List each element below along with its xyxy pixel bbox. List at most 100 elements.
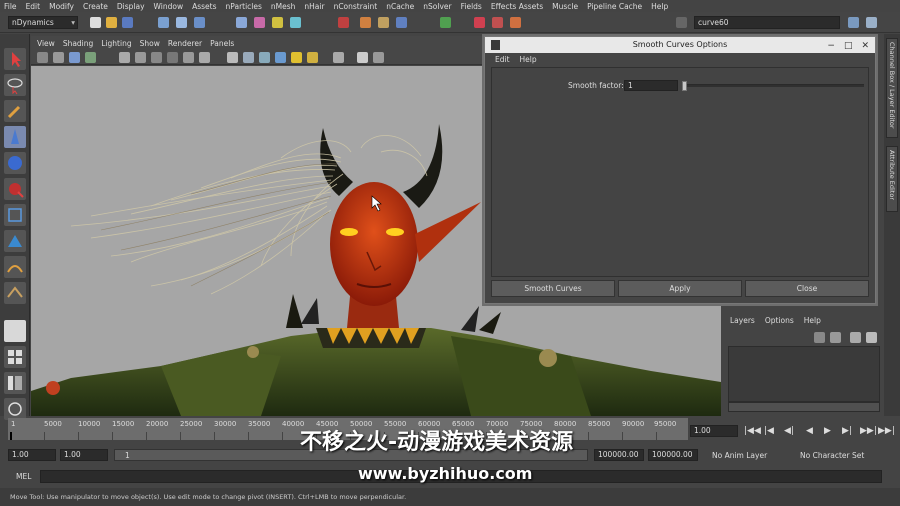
xray-icon[interactable]	[333, 52, 344, 63]
rotate-tool-icon[interactable]	[4, 152, 26, 174]
command-language-label[interactable]: MEL	[16, 472, 31, 481]
last-tool-icon[interactable]	[4, 282, 26, 304]
gate-mask-icon[interactable]	[167, 52, 178, 63]
menu-set-select[interactable]: nDynamics	[8, 16, 78, 29]
manipulator-tool-icon[interactable]	[4, 204, 26, 226]
viewport-menu-panels[interactable]: Panels	[210, 39, 234, 48]
menu-muscle[interactable]: Muscle	[552, 2, 578, 11]
current-frame-field[interactable]: 1.00	[690, 425, 738, 437]
step-back-key-button[interactable]: |◀	[764, 426, 774, 436]
open-scene-icon[interactable]	[106, 17, 117, 28]
smooth-shade-icon[interactable]	[243, 52, 254, 63]
menu-pipeline-cache[interactable]: Pipeline Cache	[587, 2, 642, 11]
menu-help[interactable]: Help	[651, 2, 668, 11]
play-forwards-button[interactable]: ▶	[824, 426, 831, 436]
depth-of-field-icon[interactable]	[373, 52, 384, 63]
outliner-layout-icon[interactable]	[4, 398, 26, 420]
menu-display[interactable]: Display	[117, 2, 145, 11]
layers-menu-help[interactable]: Help	[804, 316, 821, 325]
field-chart-icon[interactable]	[183, 52, 194, 63]
layers-horizontal-scrollbar[interactable]	[728, 402, 880, 412]
dialog-menu-edit[interactable]: Edit	[495, 55, 510, 64]
four-view-layout-icon[interactable]	[4, 346, 26, 368]
select-component-icon[interactable]	[194, 17, 205, 28]
viewport-menu-show[interactable]: Show	[140, 39, 160, 48]
menu-file[interactable]: File	[4, 2, 17, 11]
smooth-factor-slider[interactable]	[682, 81, 864, 91]
step-forward-frame-button[interactable]: ▶|	[842, 426, 852, 436]
menu-nparticles[interactable]: nParticles	[226, 2, 262, 11]
resolution-gate-icon[interactable]	[151, 52, 162, 63]
history-icon[interactable]	[338, 17, 349, 28]
input-line-icon[interactable]	[676, 17, 687, 28]
viewport-menu-view[interactable]: View	[37, 39, 55, 48]
viewport-menu-lighting[interactable]: Lighting	[101, 39, 131, 48]
smooth-curves-button[interactable]: Smooth Curves	[491, 280, 615, 297]
viewport-menu-renderer[interactable]: Renderer	[168, 39, 202, 48]
scale-tool-icon[interactable]	[4, 178, 26, 200]
wireframe-on-shaded-icon[interactable]	[259, 52, 270, 63]
smooth-factor-field[interactable]: 1	[624, 80, 678, 91]
attribute-editor-toggle-icon[interactable]	[866, 17, 877, 28]
character-set-label[interactable]: No Character Set	[800, 451, 864, 460]
move-layer-down-icon[interactable]	[866, 332, 877, 343]
render-icon[interactable]	[360, 17, 371, 28]
ipr-render-icon[interactable]	[378, 17, 389, 28]
select-tool-icon[interactable]	[4, 48, 26, 70]
wireframe-icon[interactable]	[227, 52, 238, 63]
close-window-icon[interactable]: ✕	[861, 38, 869, 54]
lasso-tool-icon[interactable]	[4, 74, 26, 96]
nucleus-icon[interactable]	[492, 17, 503, 28]
menu-edit[interactable]: Edit	[26, 2, 41, 11]
playback-end-field[interactable]: 100000.00	[594, 449, 644, 461]
snap-surface-icon[interactable]	[290, 17, 301, 28]
film-gate-icon[interactable]	[135, 52, 146, 63]
menu-assets[interactable]: Assets	[192, 2, 216, 11]
menu-nmesh[interactable]: nMesh	[271, 2, 296, 11]
menu-modify[interactable]: Modify	[49, 2, 74, 11]
tab-channel-box-layer-editor[interactable]: Channel Box / Layer Editor	[886, 38, 898, 138]
playback-start-field[interactable]: 1.00	[60, 449, 108, 461]
grid-icon[interactable]	[119, 52, 130, 63]
menu-window[interactable]: Window	[154, 2, 184, 11]
apply-button[interactable]: Apply	[618, 280, 742, 297]
new-layer-icon[interactable]	[814, 332, 825, 343]
menu-nhair[interactable]: nHair	[304, 2, 324, 11]
image-plane-icon[interactable]	[85, 52, 96, 63]
new-layer-selected-icon[interactable]	[830, 332, 841, 343]
tab-attribute-editor[interactable]: Attribute Editor	[886, 146, 898, 212]
move-tool-icon[interactable]	[4, 126, 26, 148]
lighting-icon[interactable]	[291, 52, 302, 63]
textured-icon[interactable]	[275, 52, 286, 63]
render-settings-icon[interactable]	[396, 17, 407, 28]
menu-fields[interactable]: Fields	[461, 2, 482, 11]
start-time-field[interactable]: 1.00	[8, 449, 56, 461]
menu-effects-assets[interactable]: Effects Assets	[491, 2, 543, 11]
snap-point-icon[interactable]	[272, 17, 283, 28]
bookmark-icon[interactable]	[69, 52, 80, 63]
smooth-factor-slider-handle[interactable]	[682, 81, 687, 91]
move-layer-up-icon[interactable]	[850, 332, 861, 343]
safe-action-icon[interactable]	[199, 52, 210, 63]
layers-menu-layers[interactable]: Layers	[730, 316, 755, 325]
maximize-icon[interactable]: □	[844, 38, 853, 54]
paint-select-tool-icon[interactable]	[4, 100, 26, 122]
channel-box-toggle-icon[interactable]	[848, 17, 859, 28]
ncloth-icon[interactable]	[474, 17, 485, 28]
snap-curve-icon[interactable]	[254, 17, 265, 28]
save-scene-icon[interactable]	[122, 17, 133, 28]
menu-create[interactable]: Create	[83, 2, 108, 11]
play-backwards-button[interactable]: ◀	[806, 426, 813, 436]
go-to-start-button[interactable]: |◀◀	[744, 426, 761, 436]
menu-nsolver[interactable]: nSolver	[423, 2, 451, 11]
dialog-menu-help[interactable]: Help	[520, 55, 537, 64]
step-forward-key-button[interactable]: ▶▶|	[860, 426, 877, 436]
camera-attributes-icon[interactable]	[53, 52, 64, 63]
isolate-select-icon[interactable]	[357, 52, 368, 63]
hypershade-icon[interactable]	[440, 17, 451, 28]
select-object-icon[interactable]	[176, 17, 187, 28]
show-manipulator-icon[interactable]	[4, 256, 26, 278]
viewport-menu-shading[interactable]: Shading	[63, 39, 93, 48]
layers-menu-options[interactable]: Options	[765, 316, 794, 325]
go-to-end-button[interactable]: ▶▶|	[878, 426, 895, 436]
